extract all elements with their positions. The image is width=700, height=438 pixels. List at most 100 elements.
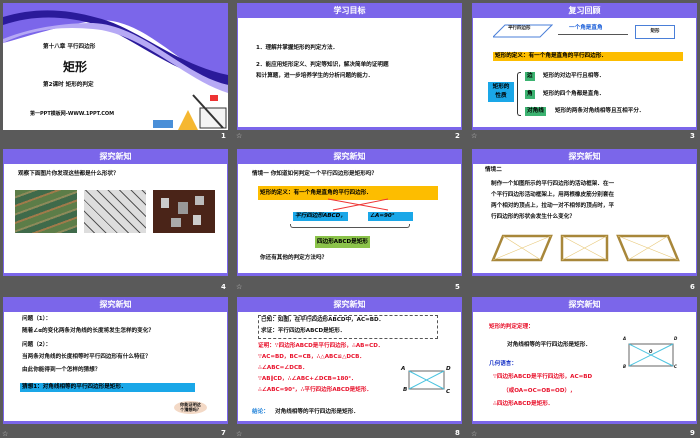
condition-angle: ∠A=90° xyxy=(368,212,413,221)
slide-header: 复习回顾 xyxy=(473,4,696,18)
condition-parallelogram: 平行四边形ABCD， xyxy=(293,212,348,221)
transition-icon: ☆ xyxy=(2,430,9,438)
property-diagonal: 矩形的两条对角线相等且互相平分． xyxy=(555,108,645,114)
vertex-c: C xyxy=(674,364,677,369)
definition-banner: 矩形的定义：有一个角是直角的平行四边形． xyxy=(493,52,683,61)
stationery-illustration xyxy=(153,94,227,130)
proof-line-2: ∵AC=BD，BC=CB，∴△ABC≌△DCB． xyxy=(258,354,366,360)
conclusion-label: 结论： xyxy=(252,409,269,415)
slide-thumbnail-8[interactable]: 探究新知 已知：如图，在平行四边形ABCD中，AC=BD． 求证：平行四边形AB… xyxy=(237,297,462,424)
slide-header: 探究新知 xyxy=(238,150,461,164)
theorem-label: 矩形的判定定理： xyxy=(489,324,534,330)
slide-thumbnail-2[interactable]: 学习目标 1．理解并掌握矩形的判定方法． 2．能应用矩形定义、判定等知识，解决简… xyxy=(237,3,462,130)
question-2-label: 问题（2）： xyxy=(22,342,52,348)
farmland-photo xyxy=(15,190,77,233)
slide-thumbnail-4[interactable]: 探究新知 观察下面图片你发现这些都是什么形状？ xyxy=(3,149,228,276)
scenario-line-1: 制作一个如图所示的平行四边形的活动框架．在一 xyxy=(491,181,615,187)
property-tag-diagonal: 对角线 xyxy=(525,107,546,116)
slide-header: 探究新知 xyxy=(473,150,696,164)
slide-number: 8 xyxy=(455,429,460,437)
scenario-label: 情境二 xyxy=(485,167,502,173)
geometry-line-2: （或OA=OC=OB=OD）， xyxy=(503,388,576,394)
geometry-line-1: ∵四边形ABCD是平行四边形，AC=BD xyxy=(493,374,593,380)
property-tag-side: 边 xyxy=(525,72,535,81)
question-1-label: 问题（1）： xyxy=(22,316,52,322)
conclusion-text: 对角线相等的平行四边形是矩形． xyxy=(275,409,359,415)
slide-number: 3 xyxy=(690,132,695,140)
arrow-label: 一个角是直角 xyxy=(569,25,603,31)
transition-icon: ☆ xyxy=(236,132,243,140)
proof-line-4: ∵AB∥CD，∴∠ABC+∠DCB=180°． xyxy=(258,376,357,382)
slide-thumbnail-6[interactable]: 探究新知 情境二 制作一个如图所示的平行四边形的活动框架．在一 个平行四边形活动… xyxy=(472,149,697,276)
proof-line-5: ∴∠ABC=90°，∴平行四边形ABCD是矩形． xyxy=(258,387,373,393)
objective-2-cont: 和计算题，进一步培养学生的分析问题的能力． xyxy=(256,73,374,79)
rectangle-diagram xyxy=(628,343,674,367)
slide-header: 探究新知 xyxy=(4,298,227,312)
guess-banner: 猜想1：对角线相等的平行四边形是矩形． xyxy=(20,383,195,392)
scenario-line-3: 两个相对的顶点上，拉动一对不相邻的顶点时，平 xyxy=(491,203,615,209)
slide-thumbnail-1[interactable]: 第十八章 平行四边形 矩形 第2课时 矩形的判定 第一PPT模板网-WWW.1P… xyxy=(3,3,228,130)
theorem-text: 对角线相等的平行四边形是矩形． xyxy=(507,342,591,348)
parallelogram-label: 平行四边形 xyxy=(508,26,531,31)
slide-number: 1 xyxy=(221,132,226,140)
question-2: 当两条对角线的长度相等时平行四边形有什么特征？ xyxy=(22,354,151,360)
site-label: 第一PPT模板网-WWW.1PPT.COM xyxy=(30,111,115,117)
vertex-o: O xyxy=(649,349,653,354)
question-1: 随着∠α的变化两条对角线的长度将发生怎样的变化？ xyxy=(22,328,154,334)
transition-icon: ☆ xyxy=(471,430,478,438)
scenario-text: 情境一 你知道如何判定一个平行四边形是矩形吗？ xyxy=(252,171,378,177)
geometry-line-3: ∴四边形ABCD是矩形． xyxy=(493,401,554,407)
given-line-1: 已知：如图，在平行四边形ABCD中，AC=BD． xyxy=(261,317,385,323)
property-side: 矩形的对边平行且相等． xyxy=(543,73,605,79)
transition-icon: ☆ xyxy=(236,430,243,438)
slide-number: 5 xyxy=(455,283,460,291)
property-label: 矩形的 性质 xyxy=(488,82,514,102)
lesson-subtitle: 第2课时 矩形的判定 xyxy=(43,82,94,88)
question-3: 由此你能得到一个怎样的猜想？ xyxy=(22,367,101,373)
slide-header: 探究新知 xyxy=(238,298,461,312)
rectangle-box: 矩形 xyxy=(635,25,675,39)
vertex-b: B xyxy=(623,364,627,369)
slide-number: 7 xyxy=(221,429,226,437)
transition-icon: ☆ xyxy=(236,283,243,291)
slide-header: 探究新知 xyxy=(4,150,227,164)
chapter-title: 第十八章 平行四边形 xyxy=(43,44,96,50)
given-line-2: 求证：平行四边形ABCD是矩形． xyxy=(261,328,346,334)
slide-number: 6 xyxy=(690,283,695,291)
property-tag-angle: 角 xyxy=(525,90,535,99)
slide-number: 9 xyxy=(690,429,695,437)
speech-bubble: 你能证明这 个猜想吗？ xyxy=(174,401,207,414)
slide-number: 4 xyxy=(221,283,226,291)
parallelogram-frames xyxy=(491,234,680,262)
result-box: 四边形ABCD是矩形 xyxy=(315,236,370,248)
proof-line-1: 证明：∵四边形ABCD是平行四边形，∴AB=CD． xyxy=(258,343,384,349)
brace xyxy=(290,224,410,228)
photo-wall-photo xyxy=(153,190,215,233)
vertex-b: B xyxy=(403,387,408,393)
slide-title: 矩形 xyxy=(63,60,88,74)
slide-thumbnail-5[interactable]: 探究新知 情境一 你知道如何判定一个平行四边形是矩形吗？ 矩形的定义：有一个角是… xyxy=(237,149,462,276)
slide-thumbnail-7[interactable]: 探究新知 问题（1）： 随着∠α的变化两条对角线的长度将发生怎样的变化？ 问题（… xyxy=(3,297,228,424)
slide-thumbnail-9[interactable]: 探究新知 矩形的判定定理： 对角线相等的平行四边形是矩形． 几何语言： ∵四边形… xyxy=(472,297,697,424)
vertex-a: A xyxy=(401,366,406,372)
slide-number: 2 xyxy=(455,132,460,140)
vertex-d: D xyxy=(446,366,451,372)
objective-2: 2．能应用矩形定义、判定等知识，解决简单的证明题 xyxy=(256,62,389,68)
objective-1: 1．理解并掌握矩形的判定方法． xyxy=(256,45,339,51)
slide-header: 学习目标 xyxy=(238,4,461,18)
cross-arrows xyxy=(327,198,389,211)
question-text: 观察下面图片你发现这些都是什么形状？ xyxy=(18,171,119,177)
proof-line-3: ∴∠ABC=∠DCB． xyxy=(258,365,308,371)
arrow xyxy=(558,34,628,35)
geometry-language-label: 几何语言： xyxy=(489,361,517,367)
property-angle: 矩形的四个角都是直角． xyxy=(543,91,605,97)
other-methods-question: 你还有其他的判定方法吗？ xyxy=(260,255,328,261)
vertex-c: C xyxy=(446,389,451,395)
brace xyxy=(517,72,521,116)
scenario-line-4: 行四边形的形状会发生什么变化？ xyxy=(491,214,575,220)
scenario-line-2: 个平行四边形活动框架上，用两根橡皮筋分别套在 xyxy=(491,192,615,198)
slide-thumbnail-3[interactable]: 复习回顾 平行四边形 一个角是直角 矩形 矩形的定义：有一个角是直角的平行四边形… xyxy=(472,3,697,130)
vertex-a: A xyxy=(623,336,627,341)
transition-icon: ☆ xyxy=(471,132,478,140)
slide-header: 探究新知 xyxy=(473,298,696,312)
